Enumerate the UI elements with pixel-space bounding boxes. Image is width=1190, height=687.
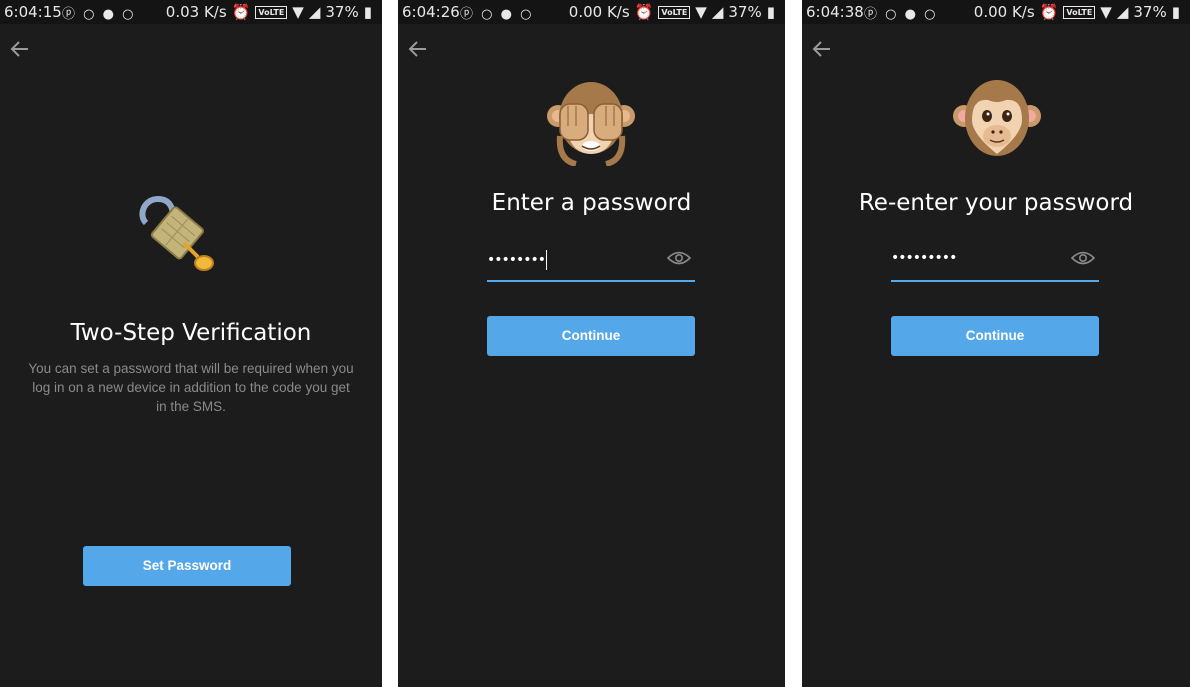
screen-two-step-verification: 6:04:15 ⓟ ○ ● ○ 0.03 K/s ⏰ VoLTE ▼ ◢ 37%… [0, 0, 382, 687]
message-icon: ● [500, 7, 514, 22]
status-bar: 6:04:26 ⓟ ○ ● ○ 0.00 K/s ⏰ VoLTE ▼ ◢ 37%… [398, 0, 785, 24]
back-arrow-icon[interactable] [812, 40, 832, 58]
signal-icon: ◢ [308, 3, 321, 21]
battery-icon: ▮ [1171, 3, 1180, 21]
alarm-icon: ⏰ [231, 3, 251, 21]
see-no-evil-monkey-icon [547, 82, 635, 166]
status-right: 0.00 K/s ⏰ VoLTE ▼ ◢ 37% ▮ [569, 3, 775, 21]
status-right: 0.03 K/s ⏰ VoLTE ▼ ◢ 37% ▮ [166, 3, 372, 21]
circle-icon: ○ [83, 7, 97, 22]
screen-enter-password: 6:04:26 ⓟ ○ ● ○ 0.00 K/s ⏰ VoLTE ▼ ◢ 37%… [398, 0, 785, 687]
status-bar: 6:04:15 ⓟ ○ ● ○ 0.03 K/s ⏰ VoLTE ▼ ◢ 37%… [0, 0, 382, 24]
notification-icons: ⓟ ○ ● ○ [864, 3, 937, 22]
circle-icon: ○ [520, 7, 534, 22]
volte-badge: VoLTE [658, 5, 691, 19]
circle-icon: ○ [924, 7, 938, 22]
battery-percent: 37% [325, 3, 359, 21]
password-input[interactable]: •••••••• [487, 246, 695, 282]
pinterest-icon: ⓟ [62, 7, 78, 22]
pinterest-icon: ⓟ [864, 7, 880, 22]
battery-icon: ▮ [766, 3, 775, 21]
notification-icons: ⓟ ○ ● ○ [460, 3, 533, 22]
eye-icon[interactable] [667, 250, 691, 266]
message-icon: ● [102, 7, 116, 22]
notification-icons: ⓟ ○ ● ○ [62, 3, 135, 22]
signal-icon: ◢ [711, 3, 724, 21]
pinterest-icon: ⓟ [460, 7, 476, 22]
page-title: Re-enter your password [858, 190, 1134, 216]
continue-button[interactable]: Continue [891, 316, 1099, 356]
alarm-icon: ⏰ [1039, 3, 1059, 21]
back-arrow-icon[interactable] [408, 40, 428, 58]
lock-with-key-icon [139, 195, 214, 271]
password-value: ••••••••• [891, 250, 957, 266]
page-title: Two-Step Verification [70, 320, 312, 346]
back-arrow-icon[interactable] [10, 40, 30, 58]
network-speed: 0.00 K/s [973, 3, 1035, 21]
battery-percent: 37% [728, 3, 762, 21]
text-caret [546, 250, 548, 270]
volte-badge: VoLTE [255, 5, 288, 19]
continue-button[interactable]: Continue [487, 316, 695, 356]
set-password-button[interactable]: Set Password [83, 546, 291, 586]
description-text: You can set a password that will be requ… [28, 361, 354, 414]
page-title: Enter a password [491, 190, 692, 216]
network-speed: 0.03 K/s [165, 3, 227, 21]
circle-icon: ○ [885, 7, 899, 22]
eye-icon[interactable] [1071, 250, 1095, 266]
battery-percent: 37% [1133, 3, 1167, 21]
wifi-icon: ▼ [695, 3, 707, 21]
monkey-face-icon [953, 80, 1041, 156]
status-bar: 6:04:38 ⓟ ○ ● ○ 0.00 K/s ⏰ VoLTE ▼ ◢ 37%… [802, 0, 1190, 24]
status-time: 6:04:15 [4, 3, 62, 21]
network-speed: 0.00 K/s [568, 3, 630, 21]
alarm-icon: ⏰ [634, 3, 654, 21]
volte-badge: VoLTE [1063, 5, 1096, 19]
password-confirm-input[interactable]: ••••••••• [891, 246, 1099, 282]
status-time: 6:04:38 [806, 3, 864, 21]
wifi-icon: ▼ [292, 3, 304, 21]
wifi-icon: ▼ [1100, 3, 1112, 21]
battery-icon: ▮ [363, 3, 372, 21]
circle-icon: ○ [481, 7, 495, 22]
password-value: •••••••• [487, 250, 548, 270]
status-time: 6:04:26 [402, 3, 460, 21]
screen-reenter-password: 6:04:38 ⓟ ○ ● ○ 0.00 K/s ⏰ VoLTE ▼ ◢ 37%… [802, 0, 1190, 687]
status-right: 0.00 K/s ⏰ VoLTE ▼ ◢ 37% ▮ [974, 3, 1180, 21]
message-icon: ● [904, 7, 918, 22]
signal-icon: ◢ [1116, 3, 1129, 21]
circle-icon: ○ [122, 7, 136, 22]
